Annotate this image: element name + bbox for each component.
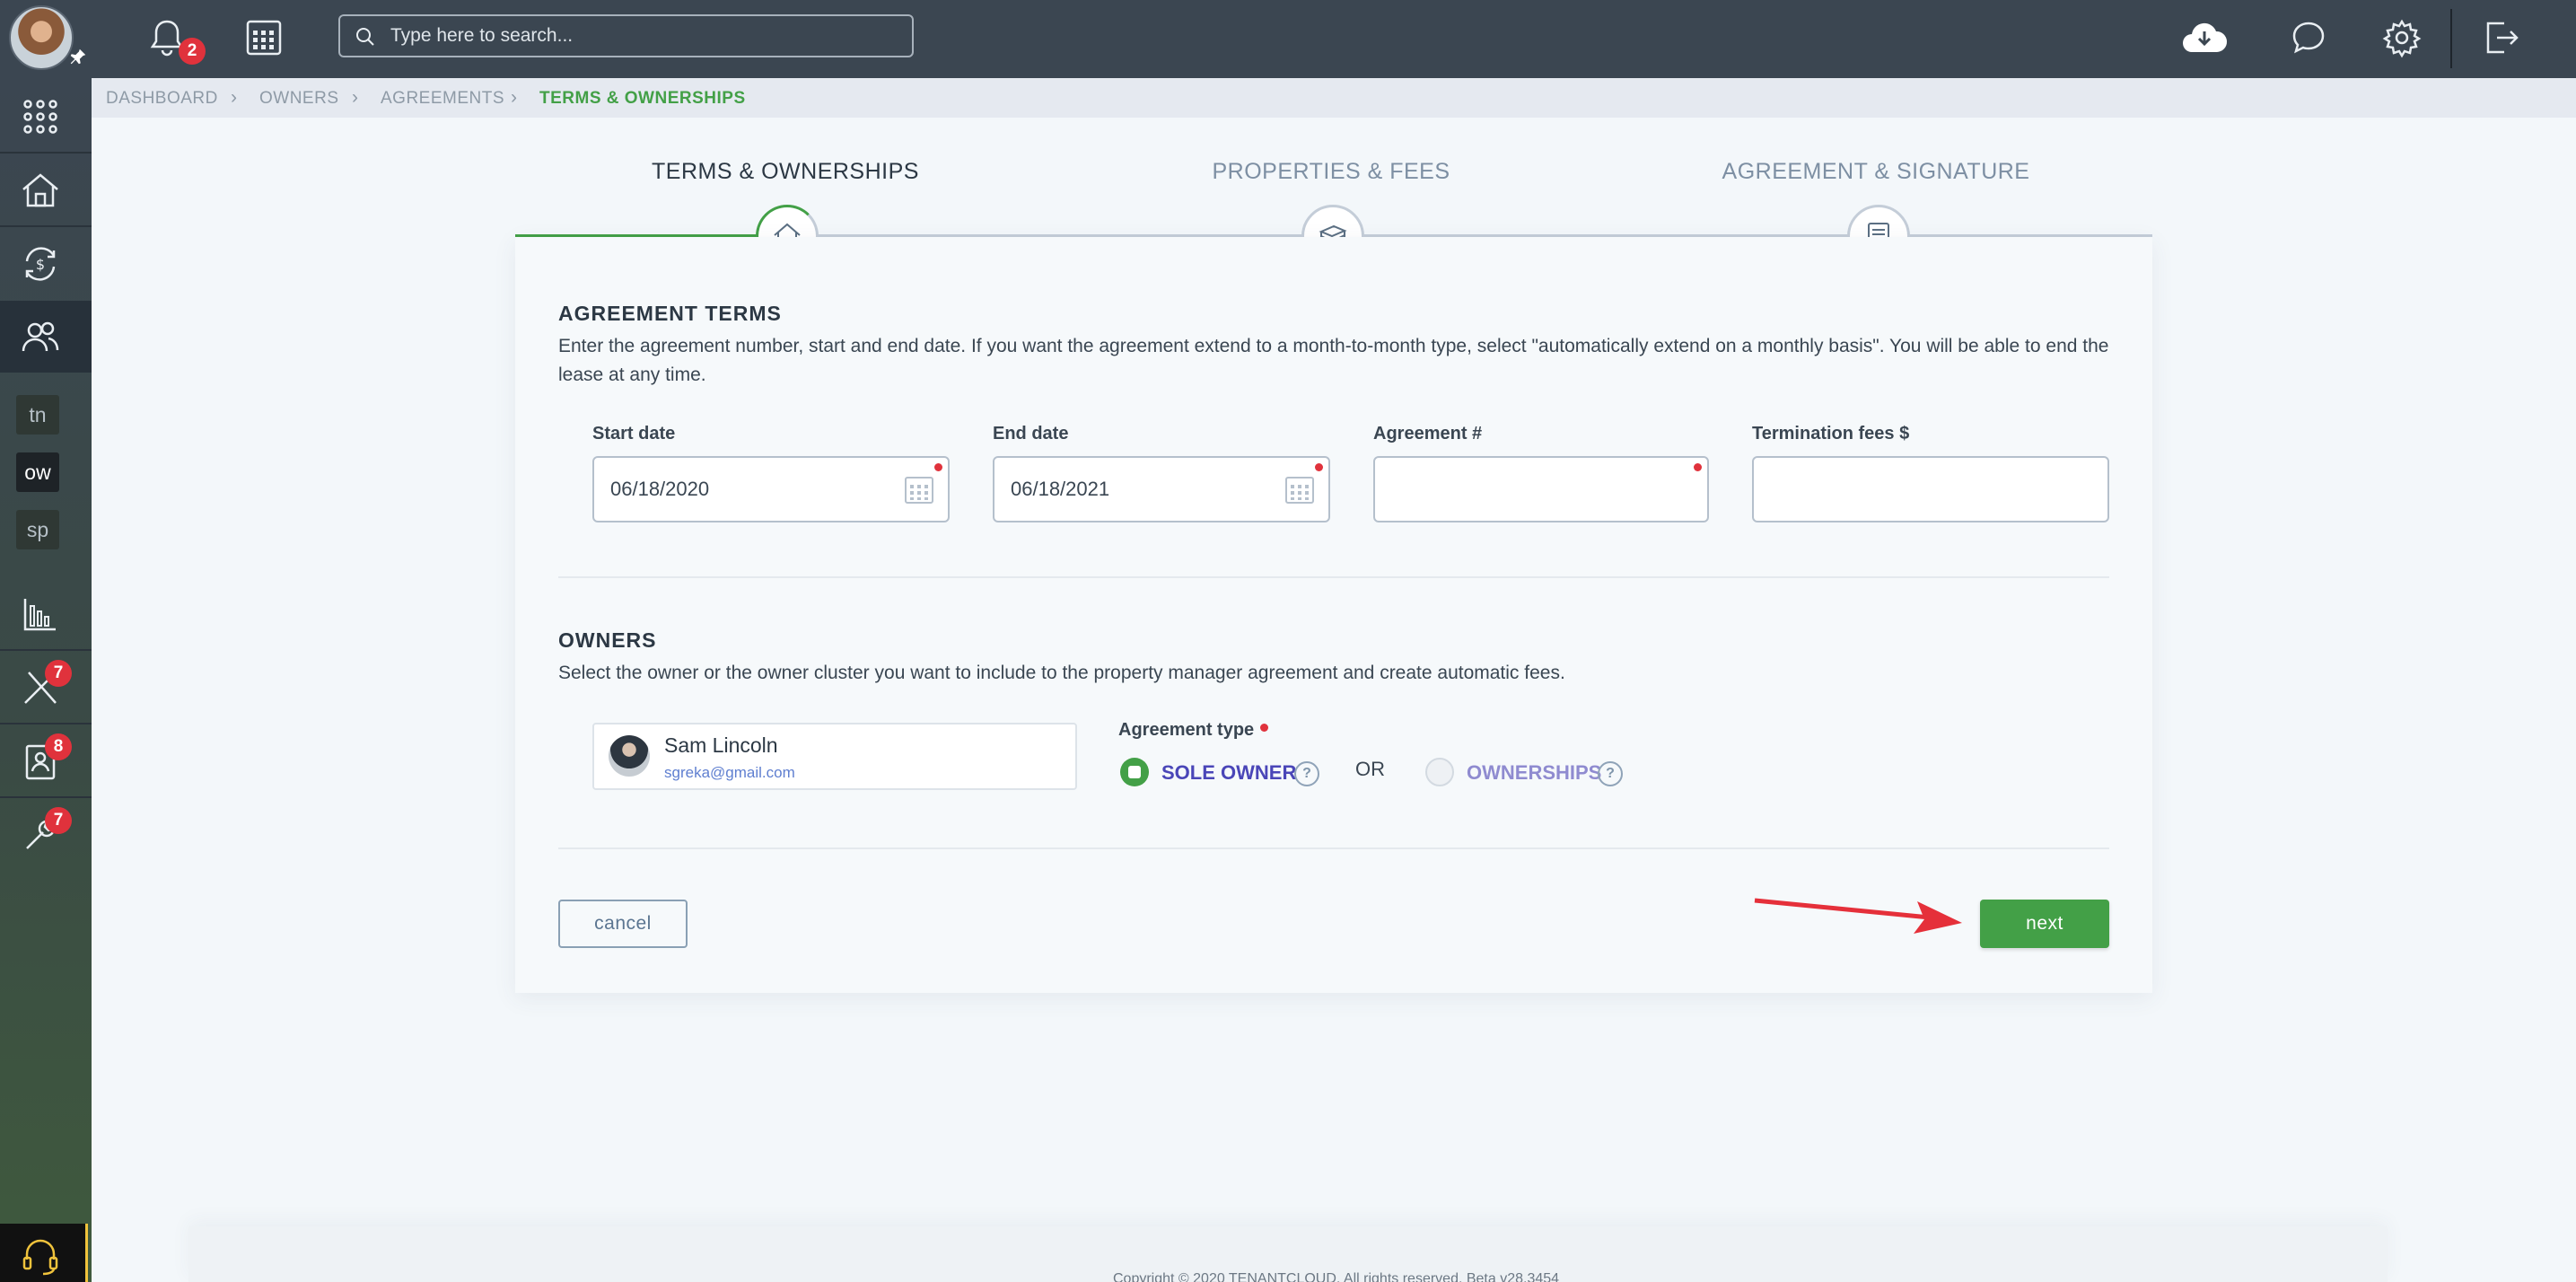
agreement-number-field[interactable] bbox=[1373, 456, 1709, 522]
users-icon bbox=[22, 321, 59, 352]
svg-text:$: $ bbox=[36, 256, 45, 273]
sidebar-item-apps[interactable] bbox=[0, 80, 92, 152]
topbar-separator bbox=[2450, 9, 2452, 68]
calendar-icon[interactable] bbox=[903, 474, 935, 506]
settings-gear-icon[interactable] bbox=[2380, 16, 2423, 59]
required-indicator bbox=[1260, 724, 1268, 732]
agreement-number-input[interactable] bbox=[1391, 458, 1657, 521]
sidebar: $ tn ow sp 7 8 7 bbox=[0, 78, 92, 1282]
start-date-label: Start date bbox=[592, 424, 676, 443]
end-date-label: End date bbox=[993, 424, 1069, 443]
termination-fees-input[interactable] bbox=[1770, 458, 2054, 521]
or-separator: OR bbox=[1355, 758, 1385, 780]
help-question-icon[interactable]: ? bbox=[1598, 761, 1623, 786]
search-icon bbox=[356, 28, 374, 46]
breadcrumb-agreements[interactable]: AGREEMENTS bbox=[381, 89, 504, 109]
sidebar-item-tools[interactable] bbox=[0, 798, 92, 870]
cancel-button[interactable]: cancel bbox=[558, 900, 688, 948]
owner-email: sgreka@gmail.com bbox=[664, 764, 795, 781]
next-button[interactable]: next bbox=[1980, 900, 2109, 948]
sidebar-item-reports[interactable] bbox=[0, 577, 92, 649]
breadcrumb: DASHBOARD › OWNERS › AGREEMENTS › TERMS … bbox=[92, 78, 2576, 118]
footer-copyright: Copyright © 2020 TENANTCLOUD. All rights… bbox=[1113, 1271, 1560, 1282]
sidebar-item-maintenance[interactable] bbox=[0, 651, 92, 723]
sidebar-item-accounting[interactable]: $ bbox=[0, 227, 92, 299]
notifications-badge: 2 bbox=[179, 38, 206, 65]
maintenance-badge: 7 bbox=[45, 660, 72, 687]
section-divider bbox=[558, 847, 2109, 849]
agreement-terms-description: Enter the agreement number, start and en… bbox=[558, 336, 2109, 385]
sole-owner-label[interactable]: SOLE OWNER bbox=[1161, 761, 1296, 785]
agreement-terms-title: AGREEMENT TERMS bbox=[558, 302, 782, 325]
owners-description: Select the owner or the owner cluster yo… bbox=[558, 663, 1565, 683]
sidebar-item-properties[interactable] bbox=[0, 154, 92, 225]
ownerships-radio[interactable] bbox=[1425, 758, 1454, 786]
cloud-download-icon[interactable] bbox=[2177, 16, 2231, 59]
sidebar-item-tn[interactable]: tn bbox=[16, 395, 59, 435]
step-label-properties[interactable]: PROPERTIES & FEES bbox=[1138, 159, 1524, 185]
grid-menu-icon bbox=[23, 100, 57, 134]
section-divider bbox=[558, 576, 2109, 578]
tools-badge: 7 bbox=[45, 807, 72, 834]
owners-title: OWNERS bbox=[558, 628, 657, 652]
required-indicator bbox=[1694, 463, 1702, 471]
required-indicator bbox=[934, 463, 942, 471]
breadcrumb-terms-ownerships: TERMS & OWNERSHIPS bbox=[539, 89, 746, 108]
end-date-input[interactable] bbox=[1011, 458, 1278, 521]
sidebar-item-applications[interactable] bbox=[0, 724, 92, 796]
bar-chart-icon bbox=[23, 599, 56, 631]
money-cycle-icon: $ bbox=[25, 247, 56, 281]
sole-owner-radio[interactable] bbox=[1120, 758, 1149, 786]
house-icon bbox=[22, 173, 58, 207]
owner-name: Sam Lincoln bbox=[664, 733, 778, 757]
user-avatar[interactable] bbox=[9, 5, 74, 70]
top-bar: 2 bbox=[0, 0, 2576, 78]
required-indicator bbox=[1315, 463, 1323, 471]
owner-card[interactable]: Sam Lincoln sgreka@gmail.com bbox=[592, 723, 1077, 790]
start-date-field[interactable] bbox=[592, 456, 950, 522]
step-label-agreement[interactable]: AGREEMENT & SIGNATURE bbox=[1683, 159, 2069, 185]
support-button[interactable] bbox=[0, 1224, 88, 1282]
step-label-terms[interactable]: TERMS & OWNERSHIPS bbox=[592, 159, 978, 185]
logout-icon[interactable] bbox=[2479, 16, 2522, 59]
breadcrumb-dashboard[interactable]: DASHBOARD bbox=[106, 89, 218, 109]
headset-icon bbox=[22, 1239, 58, 1276]
end-date-field[interactable] bbox=[993, 456, 1330, 522]
sidebar-item-sp[interactable]: sp bbox=[16, 510, 59, 549]
sidebar-item-ow[interactable]: ow bbox=[16, 452, 59, 492]
agreement-number-label: Agreement # bbox=[1373, 424, 1483, 443]
ownerships-label[interactable]: OWNERSHIPS bbox=[1467, 761, 1601, 785]
calendar-icon[interactable] bbox=[1284, 474, 1316, 506]
search-input[interactable] bbox=[390, 16, 902, 56]
annotation-arrow-icon bbox=[1754, 898, 1962, 934]
chevron-right-icon: › bbox=[231, 87, 237, 108]
help-question-icon[interactable]: ? bbox=[1294, 761, 1319, 786]
chat-icon[interactable] bbox=[2287, 16, 2330, 59]
termination-fees-label: Termination fees $ bbox=[1752, 424, 1910, 443]
agreement-type-label: Agreement type bbox=[1118, 720, 1255, 740]
sidebar-item-people[interactable] bbox=[0, 301, 92, 373]
applications-badge: 8 bbox=[45, 733, 72, 760]
chevron-right-icon: › bbox=[511, 87, 517, 108]
pin-icon[interactable] bbox=[68, 47, 88, 66]
owner-avatar bbox=[609, 735, 650, 777]
termination-fees-field[interactable] bbox=[1752, 456, 2109, 522]
start-date-input[interactable] bbox=[610, 458, 894, 521]
breadcrumb-owners[interactable]: OWNERS bbox=[259, 89, 339, 109]
chevron-right-icon: › bbox=[352, 87, 358, 108]
calendar-icon[interactable] bbox=[242, 16, 285, 59]
agreement-form-card: AGREEMENT TERMS Enter the agreement numb… bbox=[515, 237, 2152, 993]
search-box[interactable] bbox=[338, 14, 914, 57]
